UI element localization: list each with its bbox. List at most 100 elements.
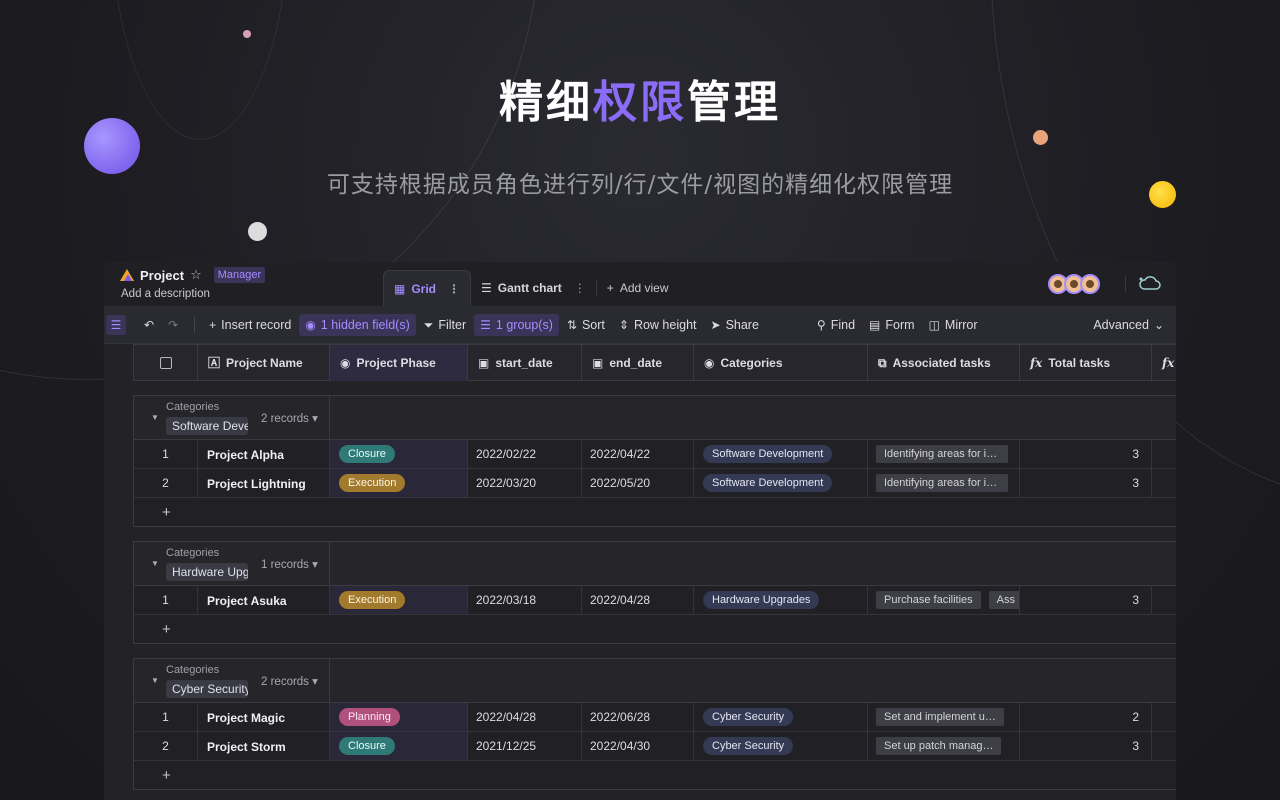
group-value: Cyber Security xyxy=(166,680,248,698)
collapse-caret-icon[interactable]: ▼ xyxy=(151,559,159,568)
add-row-button[interactable]: + xyxy=(134,615,1176,643)
data-grid: 🄰 Project Name ◉ Project Phase ▣ start_date… xyxy=(133,344,1176,800)
sort-icon: ⇅ xyxy=(566,317,577,332)
insert-record-button[interactable]: + Insert record xyxy=(203,314,297,336)
table-row[interactable]: 2 Project Lightning Execution 2022/03/20… xyxy=(134,469,1176,498)
task-tag: Identifying areas for improvement xyxy=(876,445,1008,463)
group-value: Software Development xyxy=(166,417,248,435)
mirror-icon: ◫ xyxy=(928,317,940,332)
plus-icon: + xyxy=(209,317,217,332)
view-tabs: ▦ Grid ⋮ ☰ Gantt chart ⋮ + Add view xyxy=(383,270,679,306)
sidebar-toggle-button[interactable]: ☰ xyxy=(106,314,126,335)
column-header-project-name[interactable]: 🄰 Project Name xyxy=(198,345,330,381)
link-icon: ⧉ xyxy=(878,356,887,370)
app-window: Project ☆ Manager Add a description ▦ Gr… xyxy=(104,262,1176,800)
task-tag: Set and implement u… xyxy=(876,708,1004,726)
select-all-cell xyxy=(134,345,198,381)
group-header: ▼ Categories Hardware Upgrades 1 records… xyxy=(134,542,1176,586)
text-field-icon: 🄰 xyxy=(208,356,221,370)
filter-icon: ⏷ xyxy=(423,317,434,332)
form-button[interactable]: ▤ Form xyxy=(863,314,921,336)
column-header-associated-tasks[interactable]: ⧉ Associated tasks xyxy=(868,345,1020,381)
filter-button[interactable]: ⏷ Filter xyxy=(418,314,472,336)
column-header-end-date[interactable]: ▣ end_date xyxy=(582,345,694,381)
project-header: Project ☆ Manager xyxy=(120,267,266,283)
phase-badge: Planning xyxy=(339,708,400,726)
group-header: ▼ Categories Cyber Security 2 records ▾ xyxy=(134,659,1176,703)
plus-icon: + xyxy=(606,281,614,295)
gantt-icon: ☰ xyxy=(481,281,492,295)
category-badge: Hardware Upgrades xyxy=(703,591,820,609)
record-group: ▼ Categories Hardware Upgrades 1 records… xyxy=(133,541,1176,644)
grid-icon: ▦ xyxy=(394,281,406,296)
formula-icon: fx xyxy=(1162,356,1175,370)
task-tag: Purchase facilities xyxy=(876,591,981,609)
add-row-button[interactable]: + xyxy=(134,761,1176,789)
group-count[interactable]: 2 records ▾ xyxy=(261,674,318,688)
table-row[interactable]: 2 Project Storm Closure 2021/12/25 2022/… xyxy=(134,732,1176,761)
mirror-button[interactable]: ◫ Mirror xyxy=(923,314,984,336)
tab-gantt-chart[interactable]: ☰ Gantt chart ⋮ xyxy=(471,270,596,306)
more-vertical-icon[interactable]: ⋮ xyxy=(574,281,586,295)
collapse-caret-icon[interactable]: ▼ xyxy=(151,413,159,422)
column-header-total-tasks[interactable]: fx Total tasks xyxy=(1020,345,1152,381)
record-group: ▼ Categories Cyber Security 2 records ▾ … xyxy=(133,658,1176,790)
table-row[interactable]: 1 Project Alpha Closure 2022/02/22 2022/… xyxy=(134,440,1176,469)
star-icon[interactable]: ☆ xyxy=(190,267,202,283)
group-count[interactable]: 1 records ▾ xyxy=(261,557,318,571)
menu-icon: ☰ xyxy=(110,317,122,332)
eye-icon: ◉ xyxy=(305,317,316,332)
hero-title: 精细权限管理 xyxy=(499,77,781,128)
category-badge: Cyber Security xyxy=(703,708,794,726)
formula-icon: fx xyxy=(1030,356,1043,370)
row-height-button[interactable]: ⇕ Row height xyxy=(613,314,703,336)
toolbar: ☰ ↶ ↷ + Insert record ◉ 1 hidden field(s) … xyxy=(104,306,1176,344)
hidden-fields-button[interactable]: ◉ 1 hidden field(s) xyxy=(299,313,416,336)
category-badge: Software Development xyxy=(703,474,833,492)
calendar-icon: ▣ xyxy=(592,356,604,370)
search-icon: ⚲ xyxy=(816,317,826,332)
find-button[interactable]: ⚲ Find xyxy=(811,314,861,336)
advanced-dropdown[interactable]: Advanced ⌄ xyxy=(1087,314,1170,336)
undo-icon: ↶ xyxy=(144,317,155,332)
phase-badge: Execution xyxy=(339,474,406,492)
task-tag: Set up patch manag… xyxy=(876,737,1002,755)
white-dot xyxy=(248,222,267,241)
phase-badge: Execution xyxy=(339,591,406,609)
description-field[interactable]: Add a description xyxy=(121,288,210,300)
chevron-down-icon: ⌄ xyxy=(1153,317,1164,332)
avatar xyxy=(1080,274,1100,294)
tab-grid[interactable]: ▦ Grid ⋮ xyxy=(383,270,472,306)
add-view-button[interactable]: + Add view xyxy=(597,270,679,306)
task-tag: Ass xyxy=(988,591,1019,609)
column-header-project-phase[interactable]: ◉ Project Phase xyxy=(330,345,468,381)
share-icon: ➤ xyxy=(710,317,721,332)
app-topbar: Project ☆ Manager Add a description ▦ Gr… xyxy=(104,262,1176,306)
phase-badge: Closure xyxy=(339,445,395,463)
table-row[interactable]: 1 Project Asuka Execution 2022/03/18 202… xyxy=(134,586,1176,615)
group-count[interactable]: 2 records ▾ xyxy=(261,411,318,425)
more-vertical-icon[interactable]: ⋮ xyxy=(448,282,460,296)
group-button[interactable]: ☰ 1 group(s) xyxy=(474,313,559,336)
table-row[interactable]: 1 Project Magic Planning 2022/04/28 2022… xyxy=(134,703,1176,732)
column-header-formula[interactable]: fx xyxy=(1152,345,1176,381)
collapse-caret-icon[interactable]: ▼ xyxy=(151,676,159,685)
group-header: ▼ Categories Software Development 2 reco… xyxy=(134,396,1176,440)
project-logo-icon xyxy=(120,269,134,281)
cloud-sync-icon[interactable] xyxy=(1138,274,1162,294)
category-badge: Software Development xyxy=(703,445,833,463)
collaborator-avatars[interactable] xyxy=(1048,274,1100,294)
group-icon: ☰ xyxy=(480,317,491,332)
sort-button[interactable]: ⇅ Sort xyxy=(561,314,611,336)
share-button[interactable]: ➤ Share xyxy=(705,314,765,336)
phase-badge: Closure xyxy=(339,737,395,755)
undo-button[interactable]: ↶ xyxy=(138,315,160,335)
role-badge: Manager xyxy=(213,267,266,283)
column-header-categories[interactable]: ◉ Categories xyxy=(694,345,868,381)
row-height-icon: ⇕ xyxy=(618,317,629,332)
project-title[interactable]: Project xyxy=(140,268,184,283)
column-header-start-date[interactable]: ▣ start_date xyxy=(468,345,582,381)
redo-button[interactable]: ↷ xyxy=(162,315,184,335)
select-all-checkbox[interactable] xyxy=(159,357,172,369)
add-row-button[interactable]: + xyxy=(134,498,1176,526)
